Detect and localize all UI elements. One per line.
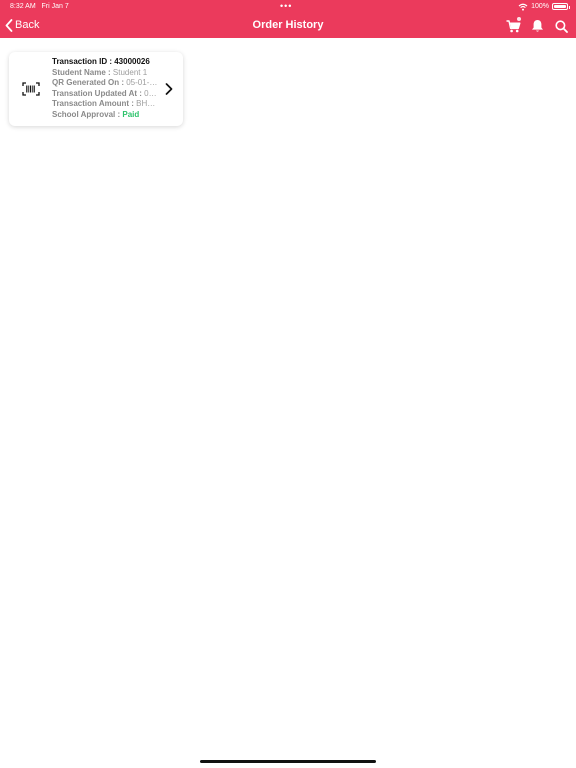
chevron-right-icon[interactable] [165,83,173,95]
order-card[interactable]: Transaction ID : 43000026 Student Name :… [9,52,183,126]
transaction-id: Transaction ID : 43000026 [52,57,150,66]
approval-row: School Approval : Paid [52,110,158,121]
barcode-icon [22,82,40,96]
status-indicators: 100% [518,2,570,11]
approval-status: Paid [122,109,140,119]
page-title: Order History [252,19,324,31]
status-clock: 8:32 AM [10,3,36,10]
nav-actions [504,17,570,35]
cart-icon [506,19,521,33]
status-date: Fri Jan 7 [41,3,69,10]
qr-generated-value: 05-01-20... [126,78,158,88]
search-button[interactable] [552,17,570,35]
search-icon [554,19,568,33]
cart-badge [517,17,521,21]
student-name-row: Student Name : Student 1 [52,68,158,79]
student-name-label: Student Name : [52,67,113,77]
chevron-left-icon [5,18,13,32]
updated-at-row: Transation Updated At : 05-... [52,89,158,100]
notifications-button[interactable] [528,17,546,35]
home-indicator[interactable] [200,760,376,763]
back-label: Back [15,19,40,31]
bell-icon [531,19,544,33]
battery-icon [552,3,570,10]
status-time: 8:32 AM Fri Jan 7 [10,3,69,11]
updated-at-label: Transation Updated At : [52,88,145,98]
order-details: Transaction ID : 43000026 Student Name :… [52,57,158,120]
amount-value: BHD 1... [136,99,158,109]
cart-button[interactable] [504,17,522,35]
multitask-dots[interactable]: ••• [280,0,292,12]
amount-label: Transaction Amount : [52,99,137,109]
navigation-bar: 8:32 AM Fri Jan 7 ••• 100% Back Order Hi… [0,0,576,38]
student-name-value: Student 1 [112,67,148,77]
wifi-icon [518,3,528,11]
qr-generated-label: QR Generated On : [52,78,127,88]
amount-row: Transaction Amount : BHD 1... [52,99,158,110]
approval-label: School Approval : [52,109,123,119]
back-button[interactable]: Back [5,18,39,32]
updated-at-value: 05-... [144,88,158,98]
battery-percent: 100% [531,3,549,10]
qr-generated-row: QR Generated On : 05-01-20... [52,78,158,89]
